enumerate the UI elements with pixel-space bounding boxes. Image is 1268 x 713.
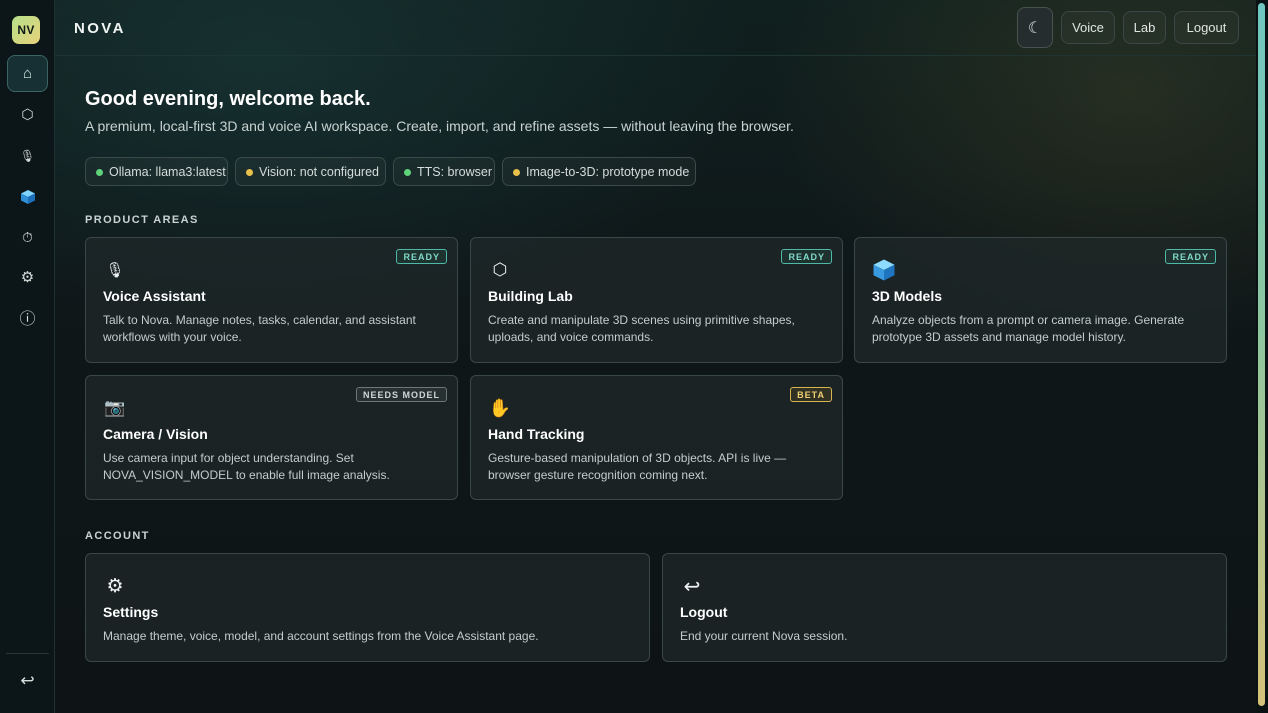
- status-chip-vision: Vision: not configured: [235, 157, 386, 186]
- card-settings[interactable]: ⚙ Settings Manage theme, voice, model, a…: [85, 553, 650, 662]
- gear-icon: ⚙: [106, 575, 124, 597]
- sidebar-item-history[interactable]: ⏱: [7, 219, 48, 256]
- sidebar-item-settings[interactable]: ⚙: [7, 258, 48, 295]
- sidebar-item-voice[interactable]: 🎙: [7, 137, 48, 174]
- hand-icon: ✋: [488, 397, 512, 418]
- status-chip-label: Ollama: llama3:latest: [109, 164, 226, 179]
- scrollbar-thumb[interactable]: [1258, 3, 1265, 706]
- sidebar-logout-button[interactable]: ↩: [7, 662, 48, 699]
- status-dot: [513, 169, 520, 176]
- card-building-lab[interactable]: READY ⬡ Building Lab Create and manipula…: [470, 237, 843, 363]
- section-heading-account: ACCOUNT: [85, 530, 150, 542]
- status-badge: READY: [1165, 249, 1216, 264]
- gear-icon: ⚙: [20, 268, 35, 286]
- card-description: Gesture-based manipulation of 3D objects…: [488, 451, 787, 482]
- card-title: Building Lab: [488, 288, 573, 304]
- hexagon-icon: ⬡: [492, 260, 508, 279]
- voice-button[interactable]: Voice: [1061, 11, 1115, 44]
- card-description: Use camera input for object understandin…: [103, 451, 390, 482]
- theme-toggle-button[interactable]: ☾: [1017, 7, 1053, 48]
- card-description: End your current Nova session.: [680, 629, 848, 643]
- page-title: Good evening, welcome back.: [85, 88, 371, 110]
- status-chip-tts: TTS: browser: [393, 157, 495, 186]
- status-dot: [404, 169, 411, 176]
- card-title: Camera / Vision: [103, 426, 208, 442]
- section-heading-product-areas: PRODUCT AREAS: [85, 214, 199, 226]
- status-badge: READY: [396, 249, 447, 264]
- page-subtitle: A premium, local-first 3D and voice AI w…: [85, 118, 794, 134]
- microphone-icon: 🎙: [105, 262, 125, 279]
- card-description: Analyze objects from a prompt or camera …: [872, 313, 1185, 344]
- card-description: Create and manipulate 3D scenes using pr…: [488, 313, 795, 344]
- app-logo[interactable]: NV: [12, 16, 40, 44]
- status-badge: READY: [781, 249, 832, 264]
- card-hand-tracking[interactable]: BETA ✋ Hand Tracking Gesture-based manip…: [470, 375, 843, 500]
- top-bar: NOVA ☾ Voice Lab Logout: [55, 0, 1256, 56]
- card-camera-vision[interactable]: NEEDS MODEL 📷 Camera / Vision Use camera…: [85, 375, 458, 500]
- status-badge: BETA: [790, 387, 832, 402]
- status-chip-label: Image-to-3D: prototype mode: [526, 164, 690, 179]
- brand-title: NOVA: [74, 20, 126, 37]
- home-icon: ⌂: [22, 65, 33, 82]
- card-title: Settings: [103, 604, 159, 620]
- status-chip-image-to-3d: Image-to-3D: prototype mode: [502, 157, 696, 186]
- sidebar-item-about[interactable]: ⓘ: [7, 298, 48, 335]
- status-chip-label: Vision: not configured: [259, 164, 379, 179]
- sidebar-item-home[interactable]: ⌂: [7, 55, 48, 92]
- cube-icon: [872, 258, 896, 282]
- sidebar-item-building-lab[interactable]: ⬡: [7, 96, 48, 133]
- info-icon: ⓘ: [19, 310, 36, 328]
- sidebar-divider: [6, 653, 49, 654]
- sidebar-item-3d-models[interactable]: [7, 178, 48, 215]
- card-description: Manage theme, voice, model, and account …: [103, 629, 539, 643]
- hexagon-icon: ⬡: [21, 106, 34, 122]
- status-dot: [246, 169, 253, 176]
- scrollbar[interactable]: [1256, 0, 1268, 713]
- moon-icon: ☾: [1027, 19, 1043, 37]
- status-badge: NEEDS MODEL: [355, 387, 447, 402]
- microphone-icon: 🎙: [19, 148, 36, 163]
- card-title: Logout: [680, 604, 728, 620]
- card-title: 3D Models: [872, 288, 943, 304]
- card-title: Voice Assistant: [103, 288, 206, 304]
- card-logout[interactable]: ↩ Logout End your current Nova session.: [662, 553, 1227, 662]
- card-3d-models[interactable]: READY 3D Models Analyze objects from a p…: [854, 237, 1227, 363]
- card-description: Talk to Nova. Manage notes, tasks, calen…: [103, 313, 416, 344]
- logout-icon: ↩: [20, 670, 35, 690]
- card-voice-assistant[interactable]: READY 🎙 Voice Assistant Talk to Nova. Ma…: [85, 237, 458, 363]
- logout-icon: ↩: [683, 575, 701, 598]
- timer-icon: ⏱: [22, 229, 33, 245]
- card-title: Hand Tracking: [488, 426, 585, 442]
- status-dot: [96, 169, 103, 176]
- sidebar: NV ⌂ ⬡ 🎙 ⏱ ⚙ ⓘ ↩: [0, 0, 55, 713]
- lab-button[interactable]: Lab: [1123, 11, 1166, 44]
- camera-icon: 📷: [104, 398, 126, 417]
- status-chip-label: TTS: browser: [417, 164, 493, 179]
- cube-icon: [20, 189, 35, 204]
- logout-button[interactable]: Logout: [1174, 11, 1239, 44]
- status-chip-ollama: Ollama: llama3:latest: [85, 157, 228, 186]
